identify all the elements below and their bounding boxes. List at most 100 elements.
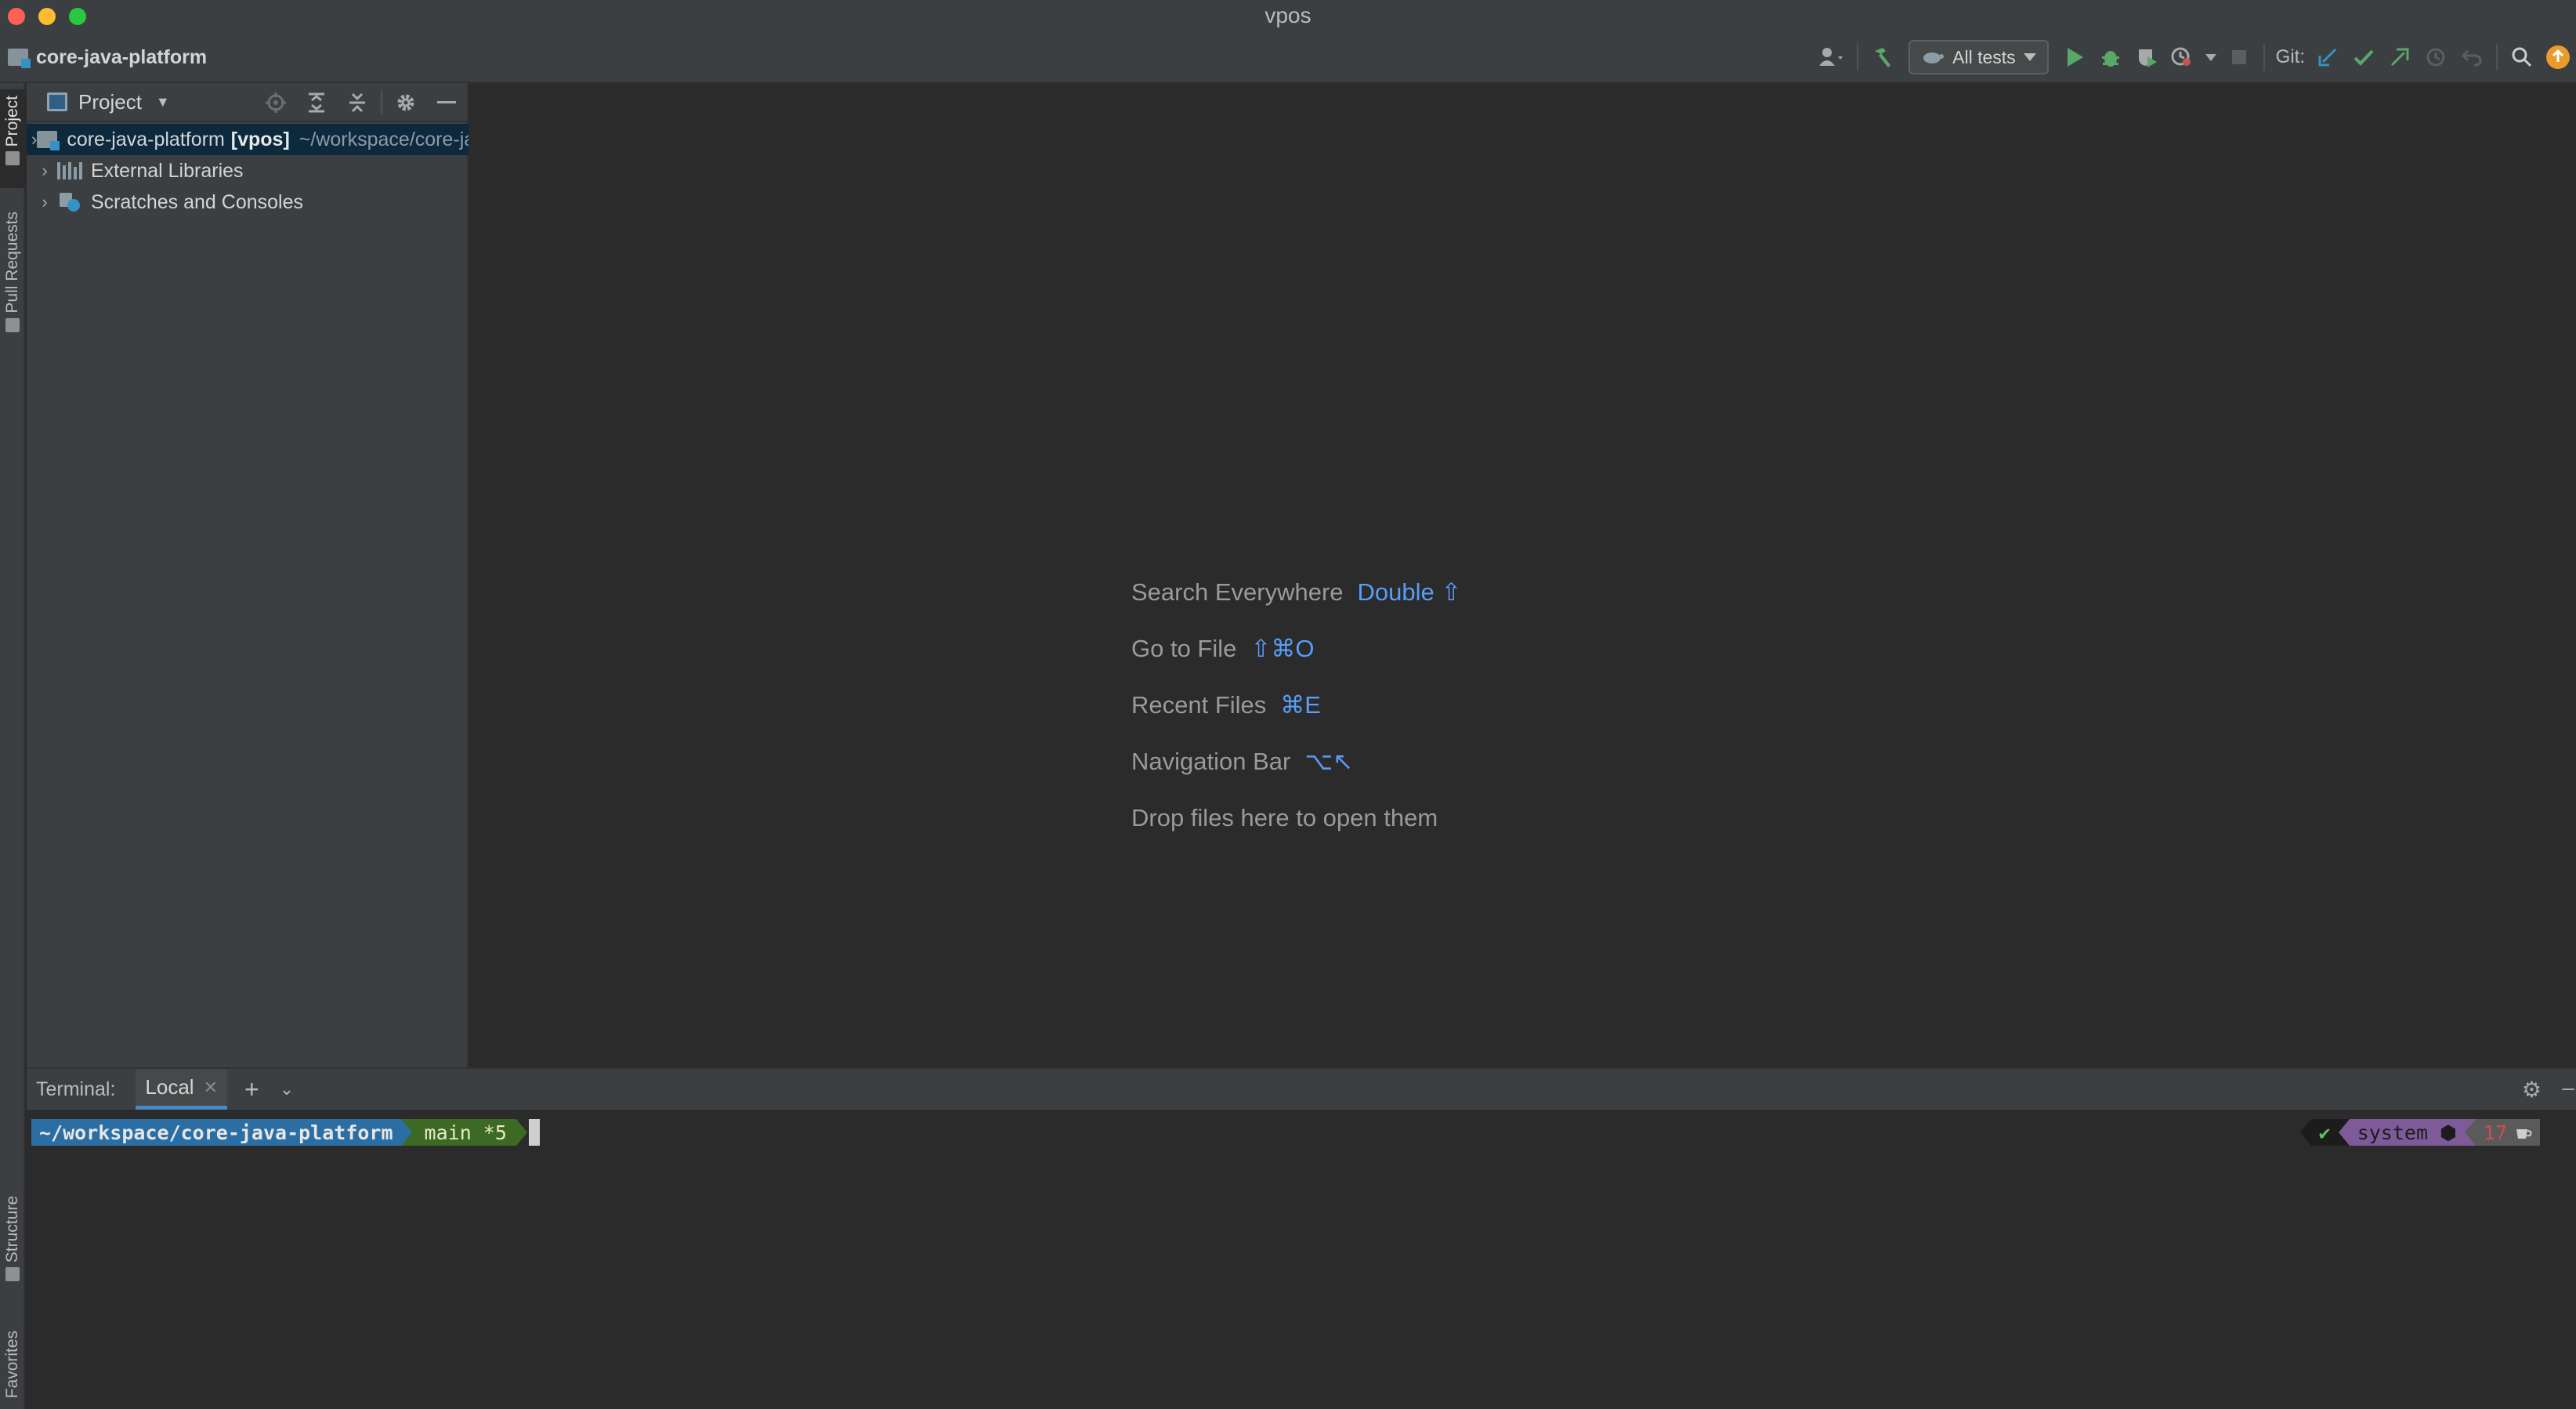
tool-window-favorites-button[interactable]: Favorites <box>0 1331 25 1409</box>
terminal-tab-label: Local <box>145 1075 194 1099</box>
hint-text: Drop files here to open them <box>1131 804 1438 831</box>
prompt-path-segment: ~/workspace/core-java-platform <box>31 1119 401 1146</box>
hide-panel-icon[interactable]: – <box>2562 1075 2574 1100</box>
main-toolbar: All tests Git: <box>1814 39 2576 75</box>
navigation-bar: core-java-platform All tests Git: <box>0 31 2576 83</box>
tool-window-structure-button[interactable]: Structure <box>0 1196 25 1306</box>
hint-search-everywhere: Search Everywhere Double ⇧ <box>1131 564 1461 621</box>
tool-window-structure-label: Structure <box>3 1196 21 1263</box>
more-run-options-chevron-icon[interactable] <box>2201 39 2221 75</box>
right-prompt-status: ✔ <box>2310 1119 2339 1146</box>
hint-recent-files: Recent Files ⌘E <box>1131 677 1461 733</box>
git-history-clock-icon[interactable] <box>2418 39 2454 75</box>
tree-item-label: Scratches and Consoles <box>91 190 303 213</box>
git-update-arrow-icon[interactable] <box>2310 39 2346 75</box>
gear-icon[interactable]: ⚙ <box>2522 1077 2542 1103</box>
tool-window-pull-requests-label: Pull Requests <box>3 212 21 313</box>
ide-update-icon[interactable] <box>2540 39 2576 75</box>
panel-actions-separator <box>381 91 382 114</box>
editor-area[interactable]: Search Everywhere Double ⇧ Go to File ⇧⌘… <box>470 83 2576 1067</box>
locate-file-icon[interactable] <box>259 89 293 116</box>
project-tool-window: Project ▼ › core-java-platform [vpos] ~/… <box>27 83 469 1067</box>
profiler-icon[interactable] <box>2165 39 2201 75</box>
tree-item-label: core-java-platform <box>67 128 225 150</box>
new-terminal-tab-icon[interactable]: + <box>244 1075 259 1104</box>
terminal-header: Terminal: Local ✕ + ⌄ ⚙ – <box>27 1069 2576 1110</box>
hint-text: Go to File <box>1131 635 1237 662</box>
hide-panel-icon[interactable] <box>429 89 464 116</box>
stop-icon[interactable] <box>2221 39 2257 75</box>
toolbar-separator <box>1857 44 1859 71</box>
chevron-right-icon[interactable]: › <box>31 129 37 150</box>
tree-item-core-java-platform[interactable]: › core-java-platform [vpos] ~/workspace/… <box>27 124 469 155</box>
git-push-arrow-icon[interactable] <box>2382 39 2418 75</box>
git-label: Git: <box>2275 46 2305 67</box>
hint-shortcut: ⌥↖ <box>1304 748 1354 775</box>
terminal-prompt: ~/workspace/core-java-platform main *5 <box>31 1119 540 1146</box>
run-configuration-selector[interactable]: All tests <box>1908 40 2049 74</box>
tool-window-project-button[interactable]: Project <box>0 89 25 188</box>
tree-item-module-name: [vpos] <box>230 128 290 150</box>
chevron-down-icon[interactable]: ⌄ <box>280 1079 294 1099</box>
chevron-right-icon[interactable]: › <box>31 161 58 181</box>
left-tool-stripe: Project Pull Requests Structure Favorite… <box>0 83 25 1409</box>
tree-item-path: ~/workspace/core-java-platform <box>298 128 469 150</box>
right-prompt-environment: system ⬢ <box>2349 1119 2465 1146</box>
title-bar: vpos <box>0 0 2576 31</box>
hint-go-to-file: Go to File ⇧⌘O <box>1131 621 1461 677</box>
pull-request-icon <box>5 317 20 332</box>
debug-bug-icon[interactable] <box>2093 39 2129 75</box>
right-prompt-separator-arrow <box>2338 1119 2350 1146</box>
hint-text: Search Everywhere <box>1131 578 1344 606</box>
tool-window-project-label: Project <box>3 96 21 147</box>
prompt-separator-arrow <box>400 1119 412 1146</box>
library-icon <box>57 161 82 180</box>
tool-window-favorites-label: Favorites <box>3 1331 21 1399</box>
run-configuration-label: All tests <box>1952 46 2016 67</box>
run-with-coverage-icon[interactable] <box>2129 39 2165 75</box>
chevron-down-icon <box>2023 53 2036 61</box>
terminal-title: Terminal: <box>36 1078 116 1100</box>
terminal-tab-local[interactable]: Local ✕ <box>136 1069 228 1110</box>
breadcrumb-project-label: core-java-platform <box>36 45 208 68</box>
gear-icon[interactable] <box>389 89 423 116</box>
right-prompt-separator-arrow <box>2464 1119 2476 1146</box>
tree-item-scratches-and-consoles[interactable]: › Scratches and Consoles <box>27 187 469 218</box>
project-view-selector[interactable]: Project <box>78 90 142 114</box>
tree-item-external-libraries[interactable]: › External Libraries <box>27 155 469 187</box>
user-account-icon[interactable] <box>1814 39 1851 75</box>
module-folder-icon <box>8 49 31 68</box>
hint-text: Navigation Bar <box>1131 748 1291 775</box>
hint-shortcut: ⇧⌘O <box>1250 635 1315 662</box>
project-panel-actions <box>259 89 464 116</box>
terminal-right-prompt: ✔ system ⬢ 17 <box>2299 1119 2540 1146</box>
search-icon[interactable] <box>2504 39 2540 75</box>
structure-icon <box>5 1267 20 1282</box>
chevron-right-icon[interactable]: › <box>31 192 58 212</box>
terminal-cursor[interactable] <box>528 1119 540 1146</box>
window-title: vpos <box>1264 3 1312 27</box>
build-hammer-icon[interactable] <box>1865 39 1901 75</box>
prompt-git-segment: main *5 <box>411 1119 516 1146</box>
hint-navigation-bar: Navigation Bar ⌥↖ <box>1131 733 1461 790</box>
module-folder-icon <box>37 130 60 150</box>
prompt-separator-arrow <box>516 1119 527 1146</box>
git-rollback-icon[interactable] <box>2454 39 2490 75</box>
project-panel-header: Project ▼ <box>27 83 469 122</box>
close-icon[interactable]: ✕ <box>204 1078 218 1098</box>
hint-shortcut: Double ⇧ <box>1357 578 1462 606</box>
turtle-test-icon <box>1923 53 1945 63</box>
git-commit-check-icon[interactable] <box>2346 39 2382 75</box>
toolbar-separator <box>2496 44 2498 71</box>
collapse-all-icon[interactable] <box>340 89 374 116</box>
tool-window-pull-requests-button[interactable]: Pull Requests <box>0 212 25 368</box>
run-play-icon[interactable] <box>2057 39 2093 75</box>
hint-shortcut: ⌘E <box>1280 691 1321 719</box>
folder-icon <box>5 151 20 166</box>
terminal-tool-window: Terminal: Local ✕ + ⌄ ⚙ – ~/workspace/co… <box>27 1067 2576 1409</box>
right-prompt-separator-arrow <box>2299 1119 2311 1146</box>
breadcrumb-project[interactable]: core-java-platform <box>8 44 207 71</box>
scratches-icon <box>58 193 81 212</box>
expand-all-icon[interactable] <box>299 89 334 116</box>
chevron-down-icon[interactable]: ▼ <box>156 94 170 110</box>
